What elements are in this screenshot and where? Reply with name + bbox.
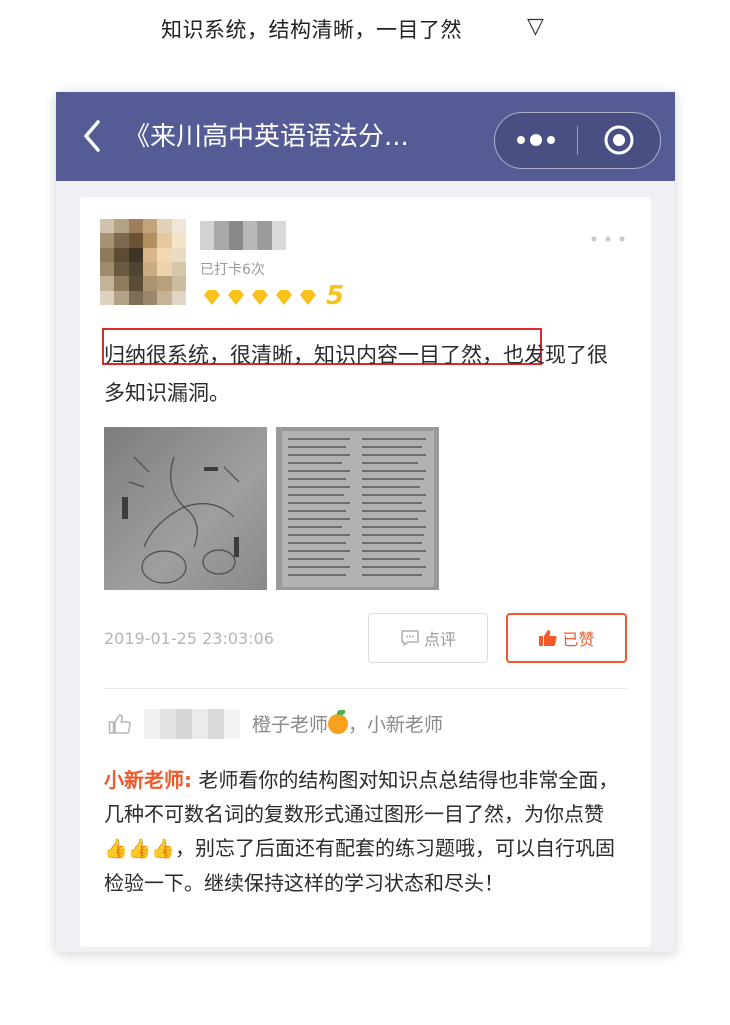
target-icon	[604, 125, 634, 155]
divider	[104, 688, 627, 689]
username-blurred	[200, 221, 286, 250]
more-dots-icon	[517, 134, 555, 146]
comment-button[interactable]: 点评	[368, 613, 488, 663]
back-icon[interactable]	[78, 116, 108, 156]
diamond-icons	[204, 290, 316, 305]
post-more-icon[interactable]	[588, 231, 628, 247]
post-text: 归纳很系统，很清晰，知识内容一目了然，也发现了很多知识漏洞。	[104, 336, 624, 412]
post-photo-mindmap[interactable]	[104, 427, 267, 590]
like-button-label: 已赞	[562, 630, 595, 649]
checkin-count: 已打卡6次	[200, 262, 265, 278]
caption: 知识系统，结构清晰，一目了然 ▽	[0, 14, 730, 44]
post-card: 已打卡6次 5 归纳很系统，很清晰，知识内容一目了然，也发现了很多知识漏洞。 2…	[80, 197, 651, 947]
like-button[interactable]: 已赞	[506, 613, 627, 663]
star-rating: 5	[200, 281, 344, 311]
liker-name-rest[interactable]: ，小新老师	[348, 714, 443, 736]
teacher-reply: 小新老师: 老师看你的结构图对知识点总结得也非常全面，几种不可数名词的复数形式通…	[104, 763, 628, 900]
orange-icon	[328, 710, 349, 734]
caption-text: 知识系统，结构清晰，一目了然	[161, 18, 462, 42]
star-count: 5	[326, 281, 345, 311]
liker-blurred	[144, 709, 240, 739]
liker-name-1[interactable]: 橙子老师	[252, 714, 328, 736]
post-text-highlighted: 归纳很系统，很清晰，知识内容一目了然，	[104, 343, 503, 367]
post-photo-worksheet[interactable]	[276, 427, 439, 590]
caption-arrow: ▽	[527, 14, 544, 39]
reply-text-2: ，别忘了后面还有配套的练习题哦，可以自行巩固检验一下。继续保持这样的学习状态和尽…	[104, 836, 615, 895]
thumbs-up-emoji-icon: 👍👍👍	[104, 838, 175, 860]
like-outline-icon	[108, 713, 132, 735]
close-button[interactable]	[578, 113, 660, 168]
post-timestamp: 2019-01-25 23:03:06	[104, 629, 274, 648]
navbar: 《来川高中英语语法分...	[56, 92, 675, 181]
teacher-name[interactable]: 小新老师:	[104, 768, 192, 792]
liker-names: 橙子老师 ，小新老师	[252, 710, 443, 737]
avatar[interactable]	[100, 219, 186, 305]
comment-button-label: 点评	[423, 630, 456, 649]
comment-icon	[401, 630, 419, 646]
capsule-menu	[494, 112, 661, 169]
phone-frame: 《来川高中英语语法分... 已打卡6次 5 归纳很系统，很清晰，知识内容一目了然…	[56, 92, 675, 952]
page-title: 《来川高中英语语法分...	[124, 122, 409, 152]
more-button[interactable]	[495, 113, 577, 168]
thumbs-up-icon	[539, 630, 558, 646]
